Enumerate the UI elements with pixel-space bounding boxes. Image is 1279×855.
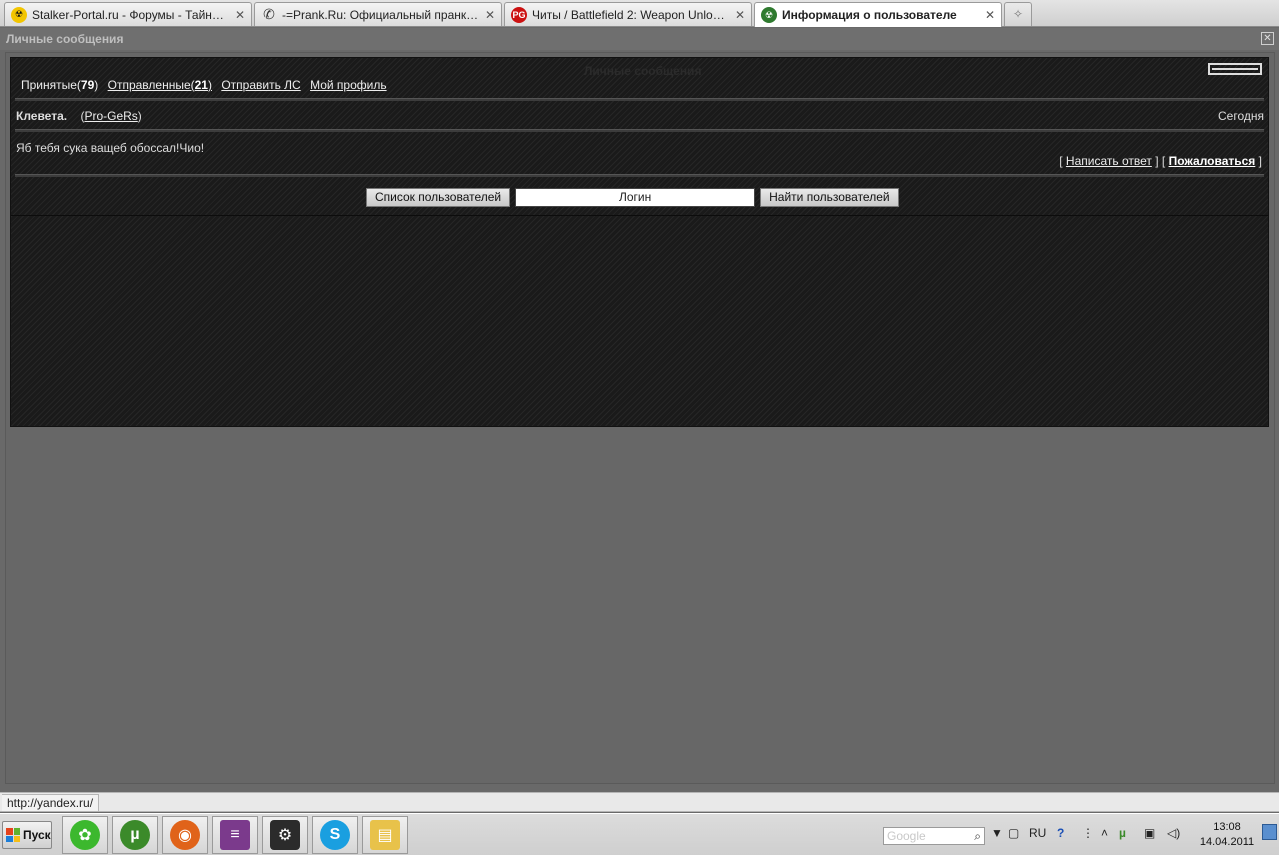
radiation-icon: ☢ [11, 6, 27, 23]
clock-date: 14.04.2011 [1199, 836, 1255, 848]
panel-divider [11, 215, 1268, 216]
tab-title: Информация о пользователе [782, 8, 957, 22]
divider [15, 174, 1264, 177]
find-users-button[interactable]: Найти пользователей [760, 188, 899, 207]
window-title: Личные сообщения [6, 32, 124, 46]
nav-received[interactable]: Принятые(79) [21, 78, 98, 92]
status-url: http://yandex.ru/ [2, 794, 100, 812]
tab-title: Читы / Battlefield 2: Weapon Unlocker ..… [532, 7, 729, 22]
complain-link[interactable]: Пожаловаться [1169, 154, 1256, 168]
login-input[interactable]: Логин [515, 188, 756, 207]
close-icon[interactable]: ✕ [735, 8, 745, 22]
utorrent-tray-icon[interactable]: µ [1119, 826, 1126, 840]
message-body: Яб тебя сука ващеб обоссал!Чио! [16, 141, 205, 155]
tab-stalker-portal[interactable]: ☢ Stalker-Portal.ru - Форумы - Тайные Т.… [4, 2, 252, 26]
close-icon[interactable]: ✕ [485, 8, 495, 22]
utorrent-icon[interactable]: µ [112, 816, 158, 854]
window-close-icon[interactable]: ✕ [1261, 32, 1274, 45]
maximize-icon[interactable] [1208, 63, 1262, 75]
skype-icon[interactable]: S [312, 816, 358, 854]
tab-user-info[interactable]: ☢ Информация о пользователе ✕ [754, 2, 1002, 27]
close-icon[interactable]: ✕ [235, 8, 245, 22]
message-author: (Pro-GeRs) [80, 109, 142, 123]
firefox-icon[interactable]: ◉ [162, 816, 208, 854]
window-icon[interactable]: ▢ [1008, 826, 1019, 840]
show-hidden-icons[interactable]: ˄ [1101, 826, 1108, 840]
tab-title: Stalker-Portal.ru - Форумы - Тайные Т... [32, 7, 229, 22]
message-actions: [ Написать ответ ] [ Пожаловаться ] [1059, 154, 1262, 168]
divider [15, 98, 1264, 101]
steam-icon[interactable]: ⚙ [262, 816, 308, 854]
winrar-icon[interactable]: ≡ [212, 816, 258, 854]
author-link[interactable]: Pro-GeRs [84, 109, 137, 123]
message-subject: Клевета. [16, 109, 68, 123]
system-clock[interactable]: 13:08 14.04.2011 [1194, 820, 1260, 850]
phone-icon: ✆ [263, 6, 275, 22]
language-indicator[interactable]: RU [1029, 826, 1046, 840]
help-icon[interactable]: ? [1057, 826, 1064, 840]
status-bar: http://yandex.ru/ [0, 792, 1279, 812]
messages-nav: Принятые(79) Отправленные(21) Отправить … [21, 78, 393, 92]
message-date: Сегодня [1218, 109, 1264, 123]
window-header: Личные сообщения ✕ [0, 28, 1279, 50]
user-search-row: Список пользователей Логин Найти пользов… [366, 188, 899, 208]
nav-sent-link[interactable]: Отправленные(21) [108, 78, 212, 92]
tab-prank-ru[interactable]: ✆ -=Prank.Ru: Официальный пранк-сай... ✕ [254, 2, 502, 26]
divider [15, 129, 1264, 132]
windows-logo-icon [6, 828, 20, 842]
volume-icon[interactable]: ◁) [1167, 826, 1180, 840]
folder-icon[interactable]: ▤ [362, 816, 408, 854]
clock-time: 13:08 [1213, 821, 1241, 833]
google-search-input[interactable]: Google ⌕ [883, 827, 985, 845]
network-icon[interactable]: ▣ [1144, 826, 1155, 840]
close-icon[interactable]: ✕ [985, 8, 995, 22]
start-button[interactable]: Пуск [2, 821, 52, 849]
reply-link[interactable]: Написать ответ [1066, 154, 1152, 168]
taskbar: Пуск ✿ µ ◉ ≡ ⚙ S ▤ Google ⌕ ▼ ▢ RU ? ⋮ ˄… [0, 813, 1279, 855]
chevron-down-icon[interactable]: ▼ [991, 826, 1003, 840]
tab-title: -=Prank.Ru: Официальный пранк-сай... [282, 7, 479, 22]
nav-send-pm-link[interactable]: Отправить ЛС [221, 78, 300, 92]
messages-panel: Личные сообщения Принятые(79) Отправленн… [10, 57, 1269, 427]
stalker-icon: ☢ [761, 7, 777, 23]
tray-menu-icon[interactable]: ⋮ [1082, 826, 1094, 840]
user-list-button[interactable]: Список пользователей [366, 188, 511, 207]
panel-ghost-title: Личные сообщения [584, 64, 702, 78]
show-desktop-button[interactable] [1262, 824, 1277, 840]
tab-cheats-battlefield[interactable]: PG Читы / Battlefield 2: Weapon Unlocker… [504, 2, 752, 26]
new-tab-button[interactable]: ✧ [1004, 2, 1032, 26]
game-icon: PG [511, 6, 527, 23]
message-header: Клевета. (Pro-GeRs) Сегодня [16, 109, 1264, 123]
nav-my-profile-link[interactable]: Мой профиль [310, 78, 387, 92]
icq-icon[interactable]: ✿ [62, 816, 108, 854]
browser-tab-bar: ☢ Stalker-Portal.ru - Форумы - Тайные Т.… [0, 0, 1279, 27]
search-icon[interactable]: ⌕ [974, 828, 981, 844]
